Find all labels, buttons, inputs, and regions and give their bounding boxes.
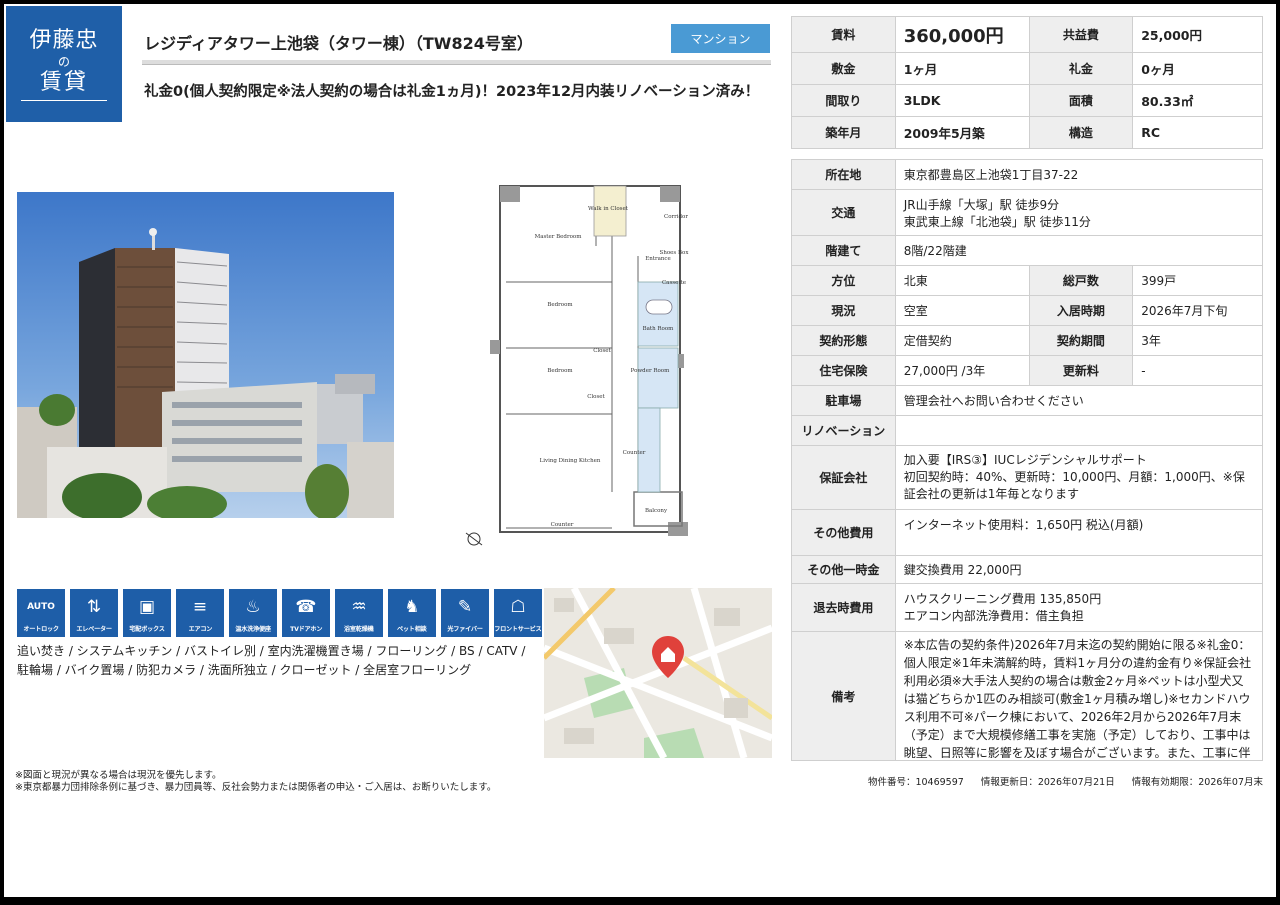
bathroom-dryer-icon: ♒ 浴室乾燥機 [335,589,383,637]
updated-date: 情報更新日：2026年07月21日 [980,777,1115,788]
location-map[interactable] [544,588,772,758]
move-in-value: 2026年7月下旬 [1132,295,1263,326]
building-photo-illustration [17,192,394,518]
tv-intercom-icon: ☎ TVドアホン [282,589,330,637]
renewal-fee-value: - [1132,355,1263,386]
front-service-icon: ☖ フロントサービス [494,589,542,637]
property-title: レジディアタワー上池袋（タワー棟）（TW824号室） [144,34,533,53]
rent-value: 360,000円 [894,16,1030,53]
features-list: 追い焚き / システムキッチン / バストイレ別 / 室内洗濯機置き場 / フロ… [17,644,526,677]
property-number: 物件番号：10469597 [867,777,964,788]
fp-shoes-box: Shoes Box [660,250,690,256]
pet-consult-icon: ♞ ペット相談 [388,589,436,637]
auto-lock-icon: AUTO オートロック [17,589,65,637]
fp-bathroom: Bath Room [643,326,675,332]
fp-closet-2: Closet [587,394,605,400]
layout-value: 3LDK [894,84,1030,117]
parking-value: 管理会社へお問い合わせください [894,385,1264,416]
rent-summary-table: 賃料 360,000円 共益費 25,000円 敷金 1ヶ月 礼金 0ヶ月 間取… [791,16,1263,149]
brand-logo[interactable]: 伊藤忠 の 賃貸 [6,6,122,122]
common-fee-value: 25,000円 [1132,16,1263,53]
title-divider [142,60,771,65]
area-value: 80.33㎡ [1132,84,1263,117]
catch-copy: 礼金0(個人契約限定※法人契約の場合は礼金1ヵ月)！2023年12月内装リノベー… [144,84,760,100]
renovation-value [894,415,1264,446]
property-sheet: 伊藤忠 の 賃貸 レジディアタワー上池袋（タワー棟）（TW824号室） マンショ… [4,4,1276,897]
washlet-icon: ♨ 温水洗浄便座 [229,589,277,637]
fp-master-bedroom: Master Bedroom [535,234,583,240]
fp-entrance: Entrance [645,256,671,262]
units-value: 399戸 [1132,265,1263,296]
guarantor-value: 加入要【IRS③】IUCレジデンシャルサポート 初回契約時：40%、更新時：10… [894,445,1264,510]
other-fee-value: インターネット使用料：1,650円 税込(月額) [894,509,1264,556]
fp-bedroom-1: Bedroom [547,302,573,308]
property-type-badge[interactable]: マンション [671,24,770,53]
access-value: JR山手線「大塚」駅 徒歩9分 東武東上線「北池袋」駅 徒歩11分 [894,189,1264,236]
fp-walk-in-closet: Walk in Closet [588,206,629,212]
delivery-box-icon: ▣ 宅配ボックス [123,589,171,637]
one-time-fee-value: 鍵交換費用 22,000円 [894,555,1264,584]
fp-closet-1: Closet [593,348,611,354]
floor-plan: Master Bedroom Bedroom Bedroom Living Di… [462,172,694,556]
elevator-icon: ⇅ エレベーター [70,589,118,637]
fp-bedroom-2: Bedroom [547,368,573,374]
optical-fiber-icon: ✎ 光ファイバー [441,589,489,637]
fp-balcony: Balcony [645,508,668,514]
key-money-value: 0ヶ月 [1132,52,1263,85]
contract-period-value: 3年 [1132,325,1263,356]
floor-plan-drawing: Master Bedroom Bedroom Bedroom Living Di… [462,172,694,556]
fp-powder-room: Powder Room [631,368,670,374]
address-value: 東京都豊島区上池袋1丁目37-22 [894,159,1264,190]
air-conditioner-icon: ≡ エアコン [176,589,224,637]
building-photo [17,192,394,518]
valid-until: 情報有効期限：2026年07月末 [1131,777,1263,788]
remarks-value: ※本広告の契約条件)2026年7月末迄の契約開始に限る※礼金0：個人限定※1年未… [894,631,1264,761]
status-value: 空室 [894,295,1030,326]
contract-type-value: 定借契約 [894,325,1030,356]
fp-corridor: Corridor [664,214,688,220]
structure-value: RC [1132,116,1263,149]
fp-counter-2: Counter [551,522,574,528]
fp-ldk: Living Dining Kitchen [540,458,601,464]
info-footer: 物件番号：10469597 情報更新日：2026年07月21日 情報有効期限：2… [860,774,1263,788]
deposit-value: 1ヶ月 [894,52,1030,85]
insurance-value: 27,000円 /3年 [894,355,1030,386]
fp-cassette: Cassette [662,280,686,286]
amenity-icons: AUTO オートロック ⇅ エレベーター ▣ 宅配ボックス ≡ エアコン ♨ 温水洗浄便座… [17,589,542,637]
fp-counter-1: Counter [623,450,646,456]
floor-value: 8階/22階建 [894,235,1264,266]
map-illustration [544,588,772,758]
built-value: 2009年5月築 [894,116,1030,149]
disclaimer-notes: ※図面と現況が異なる場合は現況を優先します。 ※東京都暴力団排除条例に基づき、暴… [15,770,497,793]
direction-value: 北東 [894,265,1030,296]
move-out-fee-value: ハウスクリーニング費用 135,850円 エアコン内部洗浄費用：借主負担 [894,583,1264,632]
property-detail-table: 所在地 東京都豊島区上池袋1丁目37-22 交通 JR山手線「大塚」駅 徒歩9分… [791,159,1264,761]
